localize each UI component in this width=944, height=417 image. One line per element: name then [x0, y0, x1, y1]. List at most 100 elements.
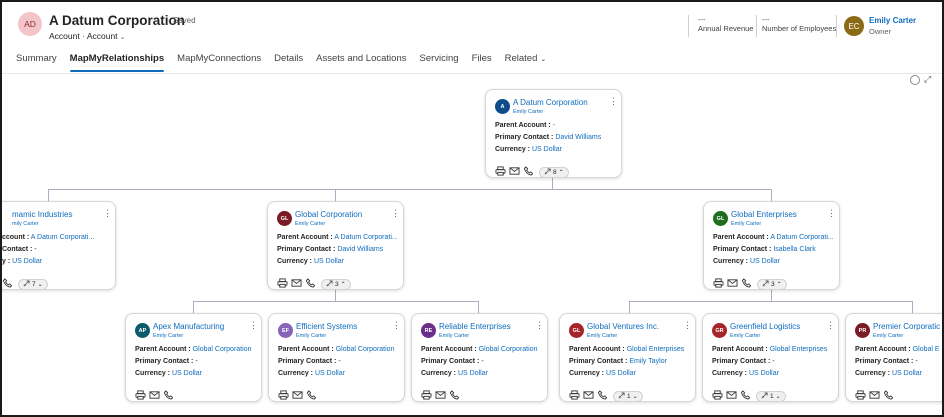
tab-assets-and-locations[interactable]: Assets and Locations: [316, 53, 406, 72]
phone-icon[interactable]: [883, 387, 894, 401]
account-card[interactable]: GL Global Ventures Inc. Emily Carter ⋮ Paren…: [559, 313, 696, 402]
phone-icon[interactable]: [523, 163, 534, 177]
primary-contact-link[interactable]: -: [195, 358, 197, 365]
currency-link[interactable]: US Dollar: [458, 370, 488, 377]
owner-avatar[interactable]: EC: [844, 16, 864, 36]
parent-account-link[interactable]: -: [553, 122, 555, 129]
child-count-toggle[interactable]: 7 ⌄: [18, 278, 48, 289]
parent-account-link[interactable]: A Datum Corporati...: [770, 234, 833, 241]
print-icon[interactable]: [277, 275, 288, 289]
account-owner[interactable]: Emily Carter: [295, 221, 325, 227]
print-icon[interactable]: [135, 387, 146, 401]
currency-link[interactable]: US Dollar: [315, 370, 345, 377]
child-count-toggle[interactable]: 1 ⌄: [613, 390, 643, 401]
expand-icon[interactable]: ⤢: [924, 74, 931, 85]
account-name-link[interactable]: Global Corporation: [295, 210, 362, 219]
more-options-icon[interactable]: ⋮: [103, 209, 112, 218]
parent-account-link[interactable]: A Datum Corporati...: [334, 234, 397, 241]
primary-contact-link[interactable]: -: [338, 358, 340, 365]
tab-mapmyconnections[interactable]: MapMyConnections: [177, 53, 261, 72]
account-name-link[interactable]: Reliable Enterprises: [439, 322, 511, 331]
mail-icon[interactable]: [727, 275, 738, 289]
currency-link[interactable]: US Dollar: [172, 370, 202, 377]
print-icon[interactable]: [569, 387, 580, 401]
primary-contact-link[interactable]: -: [915, 358, 917, 365]
mail-icon[interactable]: [149, 387, 160, 401]
currency-link[interactable]: US Dollar: [749, 370, 779, 377]
account-owner[interactable]: Emily Carter: [587, 333, 617, 339]
more-options-icon[interactable]: ⋮: [392, 321, 401, 330]
account-card[interactable]: GR Greenfield Logistics Emily Carter ⋮ Paren…: [702, 313, 839, 402]
mail-icon[interactable]: [509, 163, 520, 177]
account-name-link[interactable]: Premier Corporatic: [873, 322, 940, 331]
mail-icon[interactable]: [726, 387, 737, 401]
account-owner[interactable]: Emily Carter: [731, 221, 761, 227]
tab-summary[interactable]: Summary: [16, 53, 57, 72]
mail-icon[interactable]: [583, 387, 594, 401]
mail-icon[interactable]: [292, 387, 303, 401]
more-options-icon[interactable]: ⋮: [249, 321, 258, 330]
more-options-icon[interactable]: ⋮: [826, 321, 835, 330]
mail-icon[interactable]: [435, 387, 446, 401]
account-card[interactable]: mamic Industries mily Carter ⋮ ccount : A D…: [2, 201, 116, 290]
primary-contact-link[interactable]: David Williams: [555, 134, 601, 141]
account-owner[interactable]: Emily Carter: [439, 333, 469, 339]
primary-contact-link[interactable]: -: [34, 246, 36, 253]
account-name-link[interactable]: A Datum Corporation: [513, 98, 588, 107]
currency-link[interactable]: US Dollar: [532, 146, 562, 153]
tab-files[interactable]: Files: [472, 53, 492, 72]
tab-mapmyrelationships[interactable]: MapMyRelationships: [69, 53, 164, 72]
account-name-link[interactable]: Global Enterprises: [731, 210, 797, 219]
child-count-toggle[interactable]: 3 ⌃: [757, 278, 787, 289]
phone-icon[interactable]: [306, 387, 317, 401]
more-options-icon[interactable]: ⋮: [609, 97, 618, 106]
currency-link[interactable]: US Dollar: [750, 258, 780, 265]
mail-icon[interactable]: [869, 387, 880, 401]
currency-link[interactable]: US Dollar: [606, 370, 636, 377]
account-owner[interactable]: Emily Carter: [153, 333, 183, 339]
account-card[interactable]: GL Global Enterprises Emily Carter ⋮ Parent …: [703, 201, 840, 290]
account-card[interactable]: PRPremier CorporaticEmily Carter⋮Parent …: [845, 313, 942, 402]
account-owner[interactable]: mily Carter: [12, 221, 39, 227]
primary-contact-link[interactable]: David Williams: [337, 246, 383, 253]
phone-icon[interactable]: [597, 387, 608, 401]
parent-account-link[interactable]: Global Enterprises: [770, 346, 828, 353]
phone-icon[interactable]: [305, 275, 316, 289]
more-options-icon[interactable]: ⋮: [535, 321, 544, 330]
phone-icon[interactable]: [740, 387, 751, 401]
more-options-icon[interactable]: ⋮: [827, 209, 836, 218]
phone-icon[interactable]: [2, 275, 13, 289]
mail-icon[interactable]: [291, 275, 302, 289]
parent-account-link[interactable]: Global Corporation: [193, 346, 252, 353]
tab-servicing[interactable]: Servicing: [419, 53, 458, 72]
primary-contact-link[interactable]: Emily Taylor: [629, 358, 667, 365]
phone-icon[interactable]: [741, 275, 752, 289]
account-name-link[interactable]: Global Ventures Inc.: [587, 322, 659, 331]
tab-related[interactable]: Related ⌄: [505, 53, 547, 72]
currency-link[interactable]: US Dollar: [892, 370, 922, 377]
print-icon[interactable]: [421, 387, 432, 401]
phone-icon[interactable]: [449, 387, 460, 401]
parent-account-link[interactable]: A Datum Corporati...: [31, 234, 94, 241]
primary-contact-link[interactable]: Isabella Clark: [773, 246, 815, 253]
account-card[interactable]: AA Datum Corporation Emily Carter ⋮ Parent …: [485, 89, 622, 178]
account-name-link[interactable]: Efficient Systems: [296, 322, 357, 331]
child-count-toggle[interactable]: 1 ⌄: [756, 390, 786, 401]
print-icon[interactable]: [278, 387, 289, 401]
account-name-link[interactable]: Greenfield Logistics: [730, 322, 800, 331]
more-options-icon[interactable]: ⋮: [391, 209, 400, 218]
print-icon[interactable]: [855, 387, 866, 401]
phone-icon[interactable]: [163, 387, 174, 401]
account-name-link[interactable]: Apex Manufacturing: [153, 322, 224, 331]
print-icon[interactable]: [712, 387, 723, 401]
primary-contact-link[interactable]: -: [481, 358, 483, 365]
account-card[interactable]: GL Global Corporation Emily Carter ⋮ Parent …: [267, 201, 404, 290]
account-owner[interactable]: Emily Carter: [873, 333, 903, 339]
account-name-link[interactable]: mamic Industries: [12, 210, 72, 219]
parent-account-link[interactable]: Global Corporation: [479, 346, 538, 353]
account-card[interactable]: RE Reliable Enterprises Emily Carter ⋮ Paren…: [411, 313, 548, 402]
more-options-icon[interactable]: ⋮: [683, 321, 692, 330]
print-icon[interactable]: [713, 275, 724, 289]
fit-view-icon[interactable]: [910, 75, 920, 85]
currency-link[interactable]: US Dollar: [12, 258, 42, 265]
